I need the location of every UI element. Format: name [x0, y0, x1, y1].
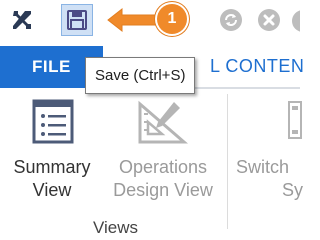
callout-number: 1 — [167, 10, 177, 27]
close-icon — [258, 9, 280, 31]
settings-icon — [292, 10, 300, 32]
tools-icon — [13, 11, 31, 29]
settings-button[interactable] — [291, 9, 300, 33]
callout-badge: 1 — [157, 4, 187, 34]
save-button[interactable] — [61, 4, 93, 36]
switch-icon — [288, 101, 302, 139]
switch-button[interactable]: Switch Sy — [229, 90, 304, 229]
tools-button[interactable] — [6, 4, 38, 36]
tab-content[interactable]: L CONTEN — [210, 56, 304, 77]
summary-view-label-line1: Summary — [13, 157, 91, 177]
save-tooltip: Save (Ctrl+S) — [85, 57, 196, 94]
design-view-label-line1: Operations — [118, 157, 208, 177]
operations-design-view-button[interactable]: Operations Design View — [104, 90, 222, 229]
switch-label-line1: Switch — [236, 157, 290, 177]
views-group-label: Views — [93, 218, 139, 237]
ribbon-body: Summary View Operations Design View Swit… — [0, 90, 304, 237]
design-view-icon — [138, 100, 188, 144]
summary-view-button[interactable]: Summary View — [0, 90, 104, 229]
refresh-icon — [220, 9, 242, 31]
summary-view-icon — [32, 99, 74, 144]
tooltip-text: Save (Ctrl+S) — [95, 67, 186, 84]
group-separator — [227, 94, 228, 229]
design-view-label-line2: Design View — [113, 180, 213, 200]
summary-view-label-line2: View — [32, 180, 72, 200]
callout-arrow-icon — [107, 7, 158, 33]
quick-access-toolbar: 1 — [0, 0, 300, 42]
close-button[interactable] — [253, 4, 285, 36]
switch-label-line2: Sy — [282, 180, 304, 200]
refresh-button[interactable] — [215, 4, 247, 36]
save-icon — [67, 10, 87, 30]
